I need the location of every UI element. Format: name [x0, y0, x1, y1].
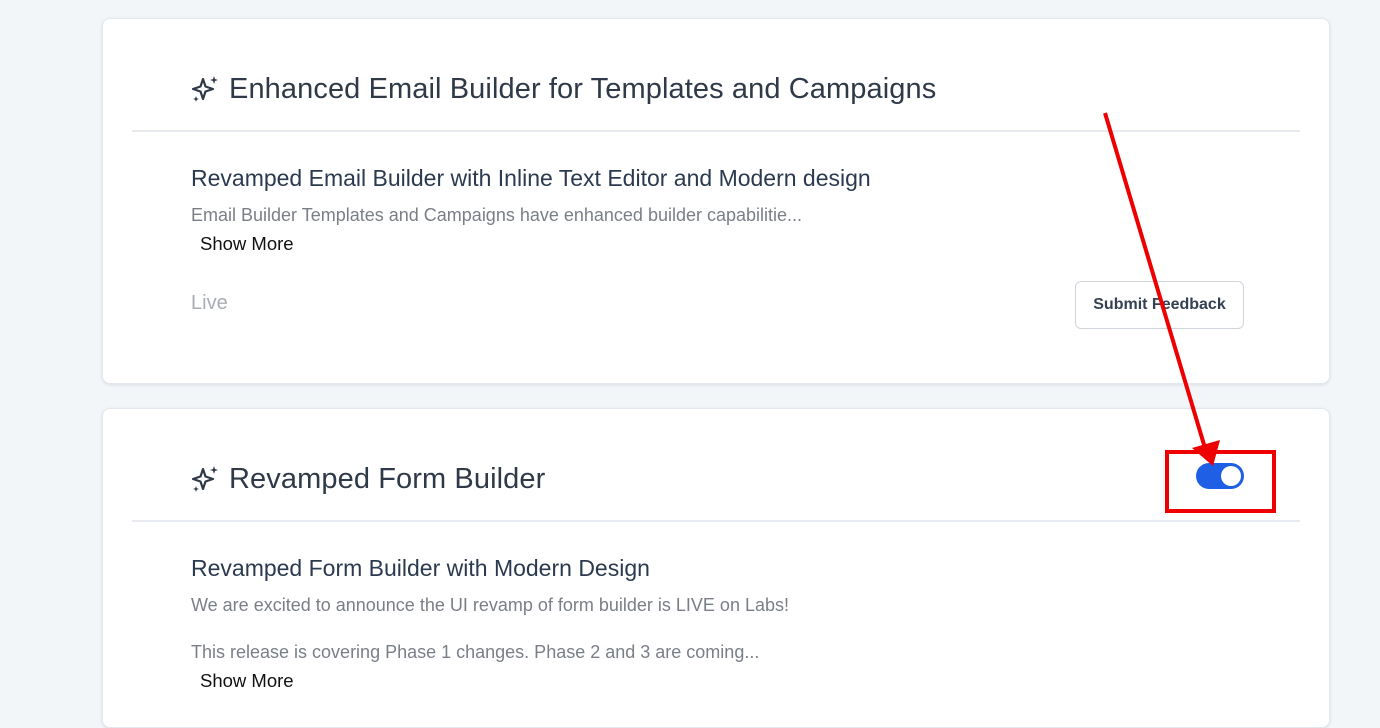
- feature-title: Revamped Form Builder with Modern Design: [191, 555, 650, 581]
- card-title: Revamped Form Builder: [229, 463, 546, 495]
- sparkle-icon: [191, 465, 218, 492]
- submit-feedback-button[interactable]: Submit Feedback: [1075, 281, 1244, 329]
- feature-card-form-builder: Revamped Form Builder Revamped Form Buil…: [102, 408, 1330, 728]
- status-label: Live: [191, 292, 228, 314]
- divider: [132, 520, 1300, 522]
- feature-description-line-2: This release is covering Phase 1 changes…: [191, 642, 760, 662]
- sparkle-icon: [191, 75, 218, 102]
- feature-card-email-builder: Enhanced Email Builder for Templates and…: [102, 18, 1330, 384]
- annotation-highlight-box: [1165, 450, 1276, 513]
- card-header: Enhanced Email Builder for Templates and…: [189, 73, 936, 106]
- show-more-button[interactable]: Show More: [200, 670, 294, 692]
- card-title: Enhanced Email Builder for Templates and…: [229, 73, 937, 105]
- feature-description-line-1: We are excited to announce the UI revamp…: [191, 595, 789, 615]
- show-more-button[interactable]: Show More: [200, 233, 294, 255]
- feature-title: Revamped Email Builder with Inline Text …: [191, 165, 871, 191]
- divider: [132, 130, 1300, 132]
- card-header: Revamped Form Builder: [189, 463, 545, 496]
- feature-description: Email Builder Templates and Campaigns ha…: [191, 205, 803, 225]
